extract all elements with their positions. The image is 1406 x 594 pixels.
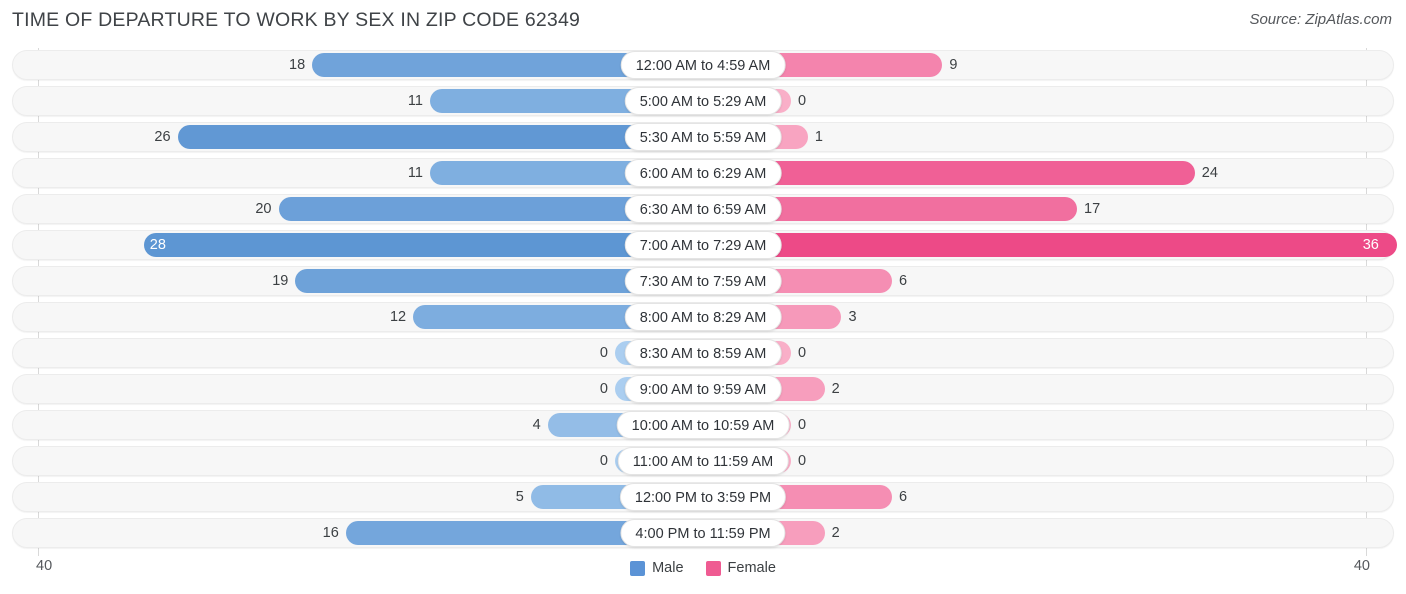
bar-value-male: 26 — [154, 129, 171, 145]
bar-value-male: 0 — [599, 381, 608, 397]
bar-value-male: 20 — [255, 201, 272, 217]
bar-value-female: 1 — [814, 129, 823, 145]
category-label: 7:30 AM to 7:59 AM — [624, 267, 782, 295]
chart-row: 28 36 7:00 AM to 7:29 AM — [12, 230, 1397, 260]
bar-value-male: 28 — [149, 237, 166, 253]
category-label: 12:00 AM to 4:59 AM — [620, 51, 786, 79]
chart-row: 11 24 6:00 AM to 6:29 AM — [12, 158, 1394, 188]
bar-value-female: 36 — [1362, 237, 1379, 253]
bar-value-female: 0 — [798, 453, 807, 469]
chart-row: 0 0 11:00 AM to 11:59 AM — [12, 446, 1394, 476]
chart-plot-area: 18 9 12:00 AM to 4:59 AM 11 0 5:00 AM to 5:29… — [0, 46, 1406, 556]
chart-row: 20 17 6:30 AM to 6:59 AM — [12, 194, 1394, 224]
legend-item-female[interactable]: Female — [705, 560, 776, 576]
chart-footer: 40 40 Male Female — [0, 552, 1406, 594]
category-label: 8:00 AM to 8:29 AM — [624, 303, 782, 331]
category-label: 12:00 PM to 3:59 PM — [619, 483, 787, 511]
chart-row: 5 6 12:00 PM to 3:59 PM — [12, 482, 1394, 512]
bar-female[interactable] — [703, 233, 1397, 257]
legend-swatch-male-icon — [630, 560, 646, 576]
legend-swatch-female-icon — [705, 560, 721, 576]
legend-item-male[interactable]: Male — [630, 560, 684, 576]
chart-row: 26 1 5:30 AM to 5:59 AM — [12, 122, 1394, 152]
bar-value-female: 6 — [898, 273, 908, 289]
bar-value-female: 3 — [848, 309, 857, 325]
category-label: 8:30 AM to 8:59 AM — [624, 339, 782, 367]
bar-value-male: 0 — [599, 453, 608, 469]
bar-value-female: 0 — [798, 345, 807, 361]
chart-legend: Male Female — [0, 560, 1406, 576]
bar-value-male: 18 — [289, 57, 306, 73]
bar-value-female: 9 — [949, 57, 958, 73]
bar-value-female: 6 — [898, 489, 908, 505]
category-label: 5:30 AM to 5:59 AM — [624, 123, 782, 151]
category-label: 5:00 AM to 5:29 AM — [624, 87, 782, 115]
bar-value-female: 0 — [798, 417, 807, 433]
bar-value-male: 16 — [322, 525, 339, 541]
bar-value-male: 5 — [515, 489, 524, 505]
source-attribution: Source: ZipAtlas.com — [1249, 11, 1392, 28]
category-label: 10:00 AM to 10:59 AM — [616, 411, 790, 439]
chart-row: 16 2 4:00 PM to 11:59 PM — [12, 518, 1394, 548]
category-label: 6:00 AM to 6:29 AM — [624, 159, 782, 187]
bar-value-female: 2 — [831, 525, 840, 541]
bar-value-male: 0 — [599, 345, 608, 361]
chart-row: 4 0 10:00 AM to 10:59 AM — [12, 410, 1394, 440]
chart-row: 12 3 8:00 AM to 8:29 AM — [12, 302, 1394, 332]
bar-male[interactable] — [143, 233, 703, 257]
category-label: 6:30 AM to 6:59 AM — [624, 195, 782, 223]
bar-value-female: 0 — [798, 93, 807, 109]
chart-row: 11 0 5:00 AM to 5:29 AM — [12, 86, 1394, 116]
chart-header: TIME OF DEPARTURE TO WORK BY SEX IN ZIP … — [0, 0, 1406, 42]
bar-value-male: 11 — [407, 165, 423, 181]
chart-row: 19 6 7:30 AM to 7:59 AM — [12, 266, 1394, 296]
chart-row: 0 0 8:30 AM to 8:59 AM — [12, 338, 1394, 368]
chart-row: 18 9 12:00 AM to 4:59 AM — [12, 50, 1394, 80]
category-label: 4:00 PM to 11:59 PM — [620, 519, 786, 547]
bar-value-male: 11 — [407, 93, 423, 109]
page-title: TIME OF DEPARTURE TO WORK BY SEX IN ZIP … — [12, 9, 581, 31]
bar-value-male: 4 — [532, 417, 541, 433]
legend-label-male: Male — [652, 560, 684, 576]
chart-row: 0 2 9:00 AM to 9:59 AM — [12, 374, 1394, 404]
bar-value-male: 19 — [272, 273, 289, 289]
category-label: 7:00 AM to 7:29 AM — [624, 231, 782, 259]
bar-value-female: 24 — [1201, 165, 1218, 181]
bar-value-female: 17 — [1084, 201, 1101, 217]
legend-label-female: Female — [727, 560, 776, 576]
bar-value-female: 2 — [831, 381, 840, 397]
category-label: 9:00 AM to 9:59 AM — [624, 375, 782, 403]
category-label: 11:00 AM to 11:59 AM — [617, 447, 789, 475]
bar-value-male: 12 — [389, 309, 407, 325]
